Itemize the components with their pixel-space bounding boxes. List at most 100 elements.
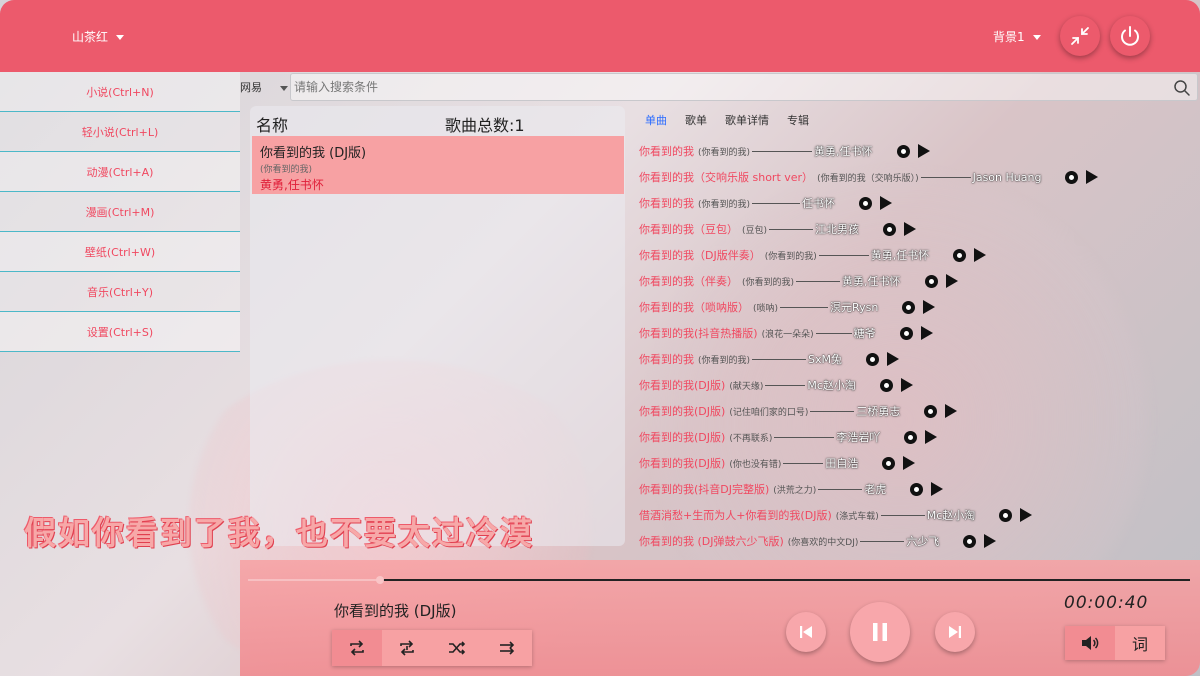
play-icon[interactable] bbox=[945, 274, 958, 288]
result-title[interactable]: 你看到的我 bbox=[639, 143, 694, 159]
play-icon[interactable] bbox=[900, 378, 913, 392]
sidebar-item-wallpaper[interactable]: 壁纸(Ctrl+W) bbox=[0, 232, 240, 272]
disc-icon[interactable] bbox=[953, 248, 967, 262]
result-title[interactable]: 你看到的我(DJ版) bbox=[639, 455, 725, 471]
play-icon[interactable] bbox=[925, 430, 938, 444]
playlist-item[interactable]: 你看到的我 (DJ版) (你看到的我) 黄勇,任书怀 bbox=[252, 136, 624, 194]
play-icon[interactable] bbox=[974, 248, 987, 262]
lyrics-button[interactable]: 词 bbox=[1115, 626, 1165, 660]
play-icon[interactable] bbox=[945, 404, 958, 418]
result-album: (不再联系) bbox=[729, 433, 773, 444]
result-title[interactable]: 你看到的我(抖音热播版) bbox=[639, 325, 758, 341]
sidebar-item-settings[interactable]: 设置(Ctrl+S) bbox=[0, 312, 240, 352]
result-row[interactable]: 你看到的我 (你看到的我) 黄勇,任书怀 bbox=[639, 138, 1199, 164]
play-icon[interactable] bbox=[904, 222, 917, 236]
result-row[interactable]: 你看到的我(抖音热播版) (浪花一朵朵) 糖爷 bbox=[639, 320, 1199, 346]
result-title[interactable]: 你看到的我(DJ版) bbox=[639, 429, 725, 445]
play-icon[interactable] bbox=[920, 326, 933, 340]
result-row[interactable]: 你看到的我(DJ版) (记住咱们家的口号) 三桥勇志 bbox=[639, 398, 1199, 424]
result-title[interactable]: 你看到的我(抖音DJ完整版) bbox=[639, 481, 769, 497]
play-icon[interactable] bbox=[923, 300, 936, 314]
sequential-button[interactable] bbox=[482, 630, 532, 666]
disc-icon[interactable] bbox=[910, 482, 924, 496]
result-title[interactable]: 你看到的我 bbox=[639, 195, 694, 211]
result-title[interactable]: 你看到的我（唢呐版） bbox=[639, 299, 749, 315]
result-title[interactable]: 你看到的我 (DJ弹鼓六少飞版) bbox=[639, 533, 784, 549]
power-button[interactable] bbox=[1110, 16, 1150, 56]
result-title[interactable]: 你看到的我（交响乐版 short ver） bbox=[639, 169, 813, 185]
disc-icon[interactable] bbox=[902, 300, 916, 314]
disc-icon[interactable] bbox=[882, 456, 896, 470]
progress-knob[interactable] bbox=[375, 576, 384, 584]
sidebar-item-anime[interactable]: 动漫(Ctrl+A) bbox=[0, 152, 240, 192]
result-row[interactable]: 你看到的我（交响乐版 short ver） (你看到的我（交响乐版）) Jason … bbox=[639, 164, 1199, 190]
shuffle-button[interactable] bbox=[432, 630, 482, 666]
play-icon[interactable] bbox=[887, 352, 900, 366]
previous-button[interactable] bbox=[786, 612, 826, 652]
disc-icon[interactable] bbox=[963, 534, 977, 548]
search-input[interactable] bbox=[291, 74, 1151, 100]
disc-icon[interactable] bbox=[866, 352, 880, 366]
tab-single[interactable]: 单曲 bbox=[645, 112, 667, 128]
play-icon[interactable] bbox=[903, 456, 916, 470]
result-title[interactable]: 你看到的我（伴奏） bbox=[639, 273, 738, 289]
play-icon[interactable] bbox=[984, 534, 997, 548]
sidebar-item-comic[interactable]: 漫画(Ctrl+M) bbox=[0, 192, 240, 232]
volume-button[interactable] bbox=[1065, 626, 1115, 660]
pause-button[interactable] bbox=[850, 602, 910, 662]
repeat-one-button[interactable] bbox=[382, 630, 432, 666]
result-row[interactable]: 你看到的我(DJ版) (献天缘) Mc赵小淘 bbox=[639, 372, 1199, 398]
tab-album[interactable]: 专辑 bbox=[787, 112, 809, 128]
disc-icon[interactable] bbox=[1065, 170, 1079, 184]
sidebar-item-label: 壁纸(Ctrl+W) bbox=[84, 245, 156, 259]
disc-icon[interactable] bbox=[904, 430, 918, 444]
search-source-dropdown[interactable]: 网易 bbox=[240, 79, 288, 95]
result-row[interactable]: 你看到的我(抖音DJ完整版) (洪荒之力) 老虎 bbox=[639, 476, 1199, 502]
next-button[interactable] bbox=[935, 612, 975, 652]
sidebar-item-novel[interactable]: 小说(Ctrl+N) bbox=[0, 72, 240, 112]
result-title[interactable]: 你看到的我 bbox=[639, 351, 694, 367]
play-icon[interactable] bbox=[1086, 170, 1099, 184]
disc-icon[interactable] bbox=[999, 508, 1013, 522]
disc-icon[interactable] bbox=[924, 274, 938, 288]
result-row[interactable]: 你看到的我 (你看到的我) SxM兔 bbox=[639, 346, 1199, 372]
result-row[interactable]: 你看到的我（豆包） (豆包) 江北男孩 bbox=[639, 216, 1199, 242]
result-row[interactable]: 你看到的我 (DJ弹鼓六少飞版) (你喜欢的中文DJ) 六少飞 bbox=[639, 528, 1199, 554]
theme-dropdown[interactable]: 山茶红 bbox=[72, 28, 125, 45]
result-title[interactable]: 你看到的我（DJ版伴奏） bbox=[639, 247, 761, 263]
play-icon[interactable] bbox=[880, 196, 893, 210]
result-row[interactable]: 你看到的我(DJ版) (你也没有错) 田自浩 bbox=[639, 450, 1199, 476]
disc-icon[interactable] bbox=[924, 404, 938, 418]
disc-icon[interactable] bbox=[883, 222, 897, 236]
repeat-all-button[interactable] bbox=[332, 630, 382, 666]
sidebar-item-light-novel[interactable]: 轻小说(Ctrl+L) bbox=[0, 112, 240, 152]
progress-bar[interactable] bbox=[248, 576, 1190, 584]
tab-playlist[interactable]: 歌单 bbox=[685, 112, 707, 128]
result-row[interactable]: 借酒消愁+生而为人+你看到的我(DJ版) (涤式车载) Mc赵小淘 bbox=[639, 502, 1199, 528]
result-title[interactable]: 你看到的我（豆包） bbox=[639, 221, 738, 237]
result-row[interactable]: 你看到的我（唢呐版） (唢呐) 溟元Rysn bbox=[639, 294, 1199, 320]
minimize-button[interactable] bbox=[1060, 16, 1100, 56]
disc-icon[interactable] bbox=[899, 326, 913, 340]
search-icon[interactable] bbox=[1173, 79, 1191, 97]
disc-icon[interactable] bbox=[859, 196, 873, 210]
play-icon[interactable] bbox=[917, 144, 930, 158]
result-row[interactable]: 你看到的我(DJ版) (不再联系) 李浩岩吖 bbox=[639, 424, 1199, 450]
background-dropdown[interactable]: 背景1 bbox=[993, 28, 1041, 45]
result-row[interactable]: 你看到的我（DJ版伴奏） (你看到的我) 黄勇,任书怀 bbox=[639, 242, 1199, 268]
result-row[interactable]: 你看到的我 (你看到的我) 任书怀 bbox=[639, 190, 1199, 216]
disc-icon[interactable] bbox=[879, 378, 893, 392]
sidebar-item-music[interactable]: 音乐(Ctrl+Y) bbox=[0, 272, 240, 312]
result-separator bbox=[769, 228, 814, 230]
result-artist: 任书怀 bbox=[802, 197, 836, 210]
tab-playlist-detail[interactable]: 歌单详情 bbox=[725, 112, 769, 128]
result-title[interactable]: 借酒消愁+生而为人+你看到的我(DJ版) bbox=[639, 507, 832, 523]
result-album: (唢呐) bbox=[753, 303, 779, 314]
result-title[interactable]: 你看到的我(DJ版) bbox=[639, 403, 725, 419]
result-row[interactable]: 你看到的我（伴奏） (你看到的我) 黄勇,任书怀 bbox=[639, 268, 1199, 294]
result-artist: 老虎 bbox=[864, 483, 887, 496]
play-icon[interactable] bbox=[931, 482, 944, 496]
disc-icon[interactable] bbox=[896, 144, 910, 158]
play-icon[interactable] bbox=[1020, 508, 1033, 522]
result-title[interactable]: 你看到的我(DJ版) bbox=[639, 377, 725, 393]
